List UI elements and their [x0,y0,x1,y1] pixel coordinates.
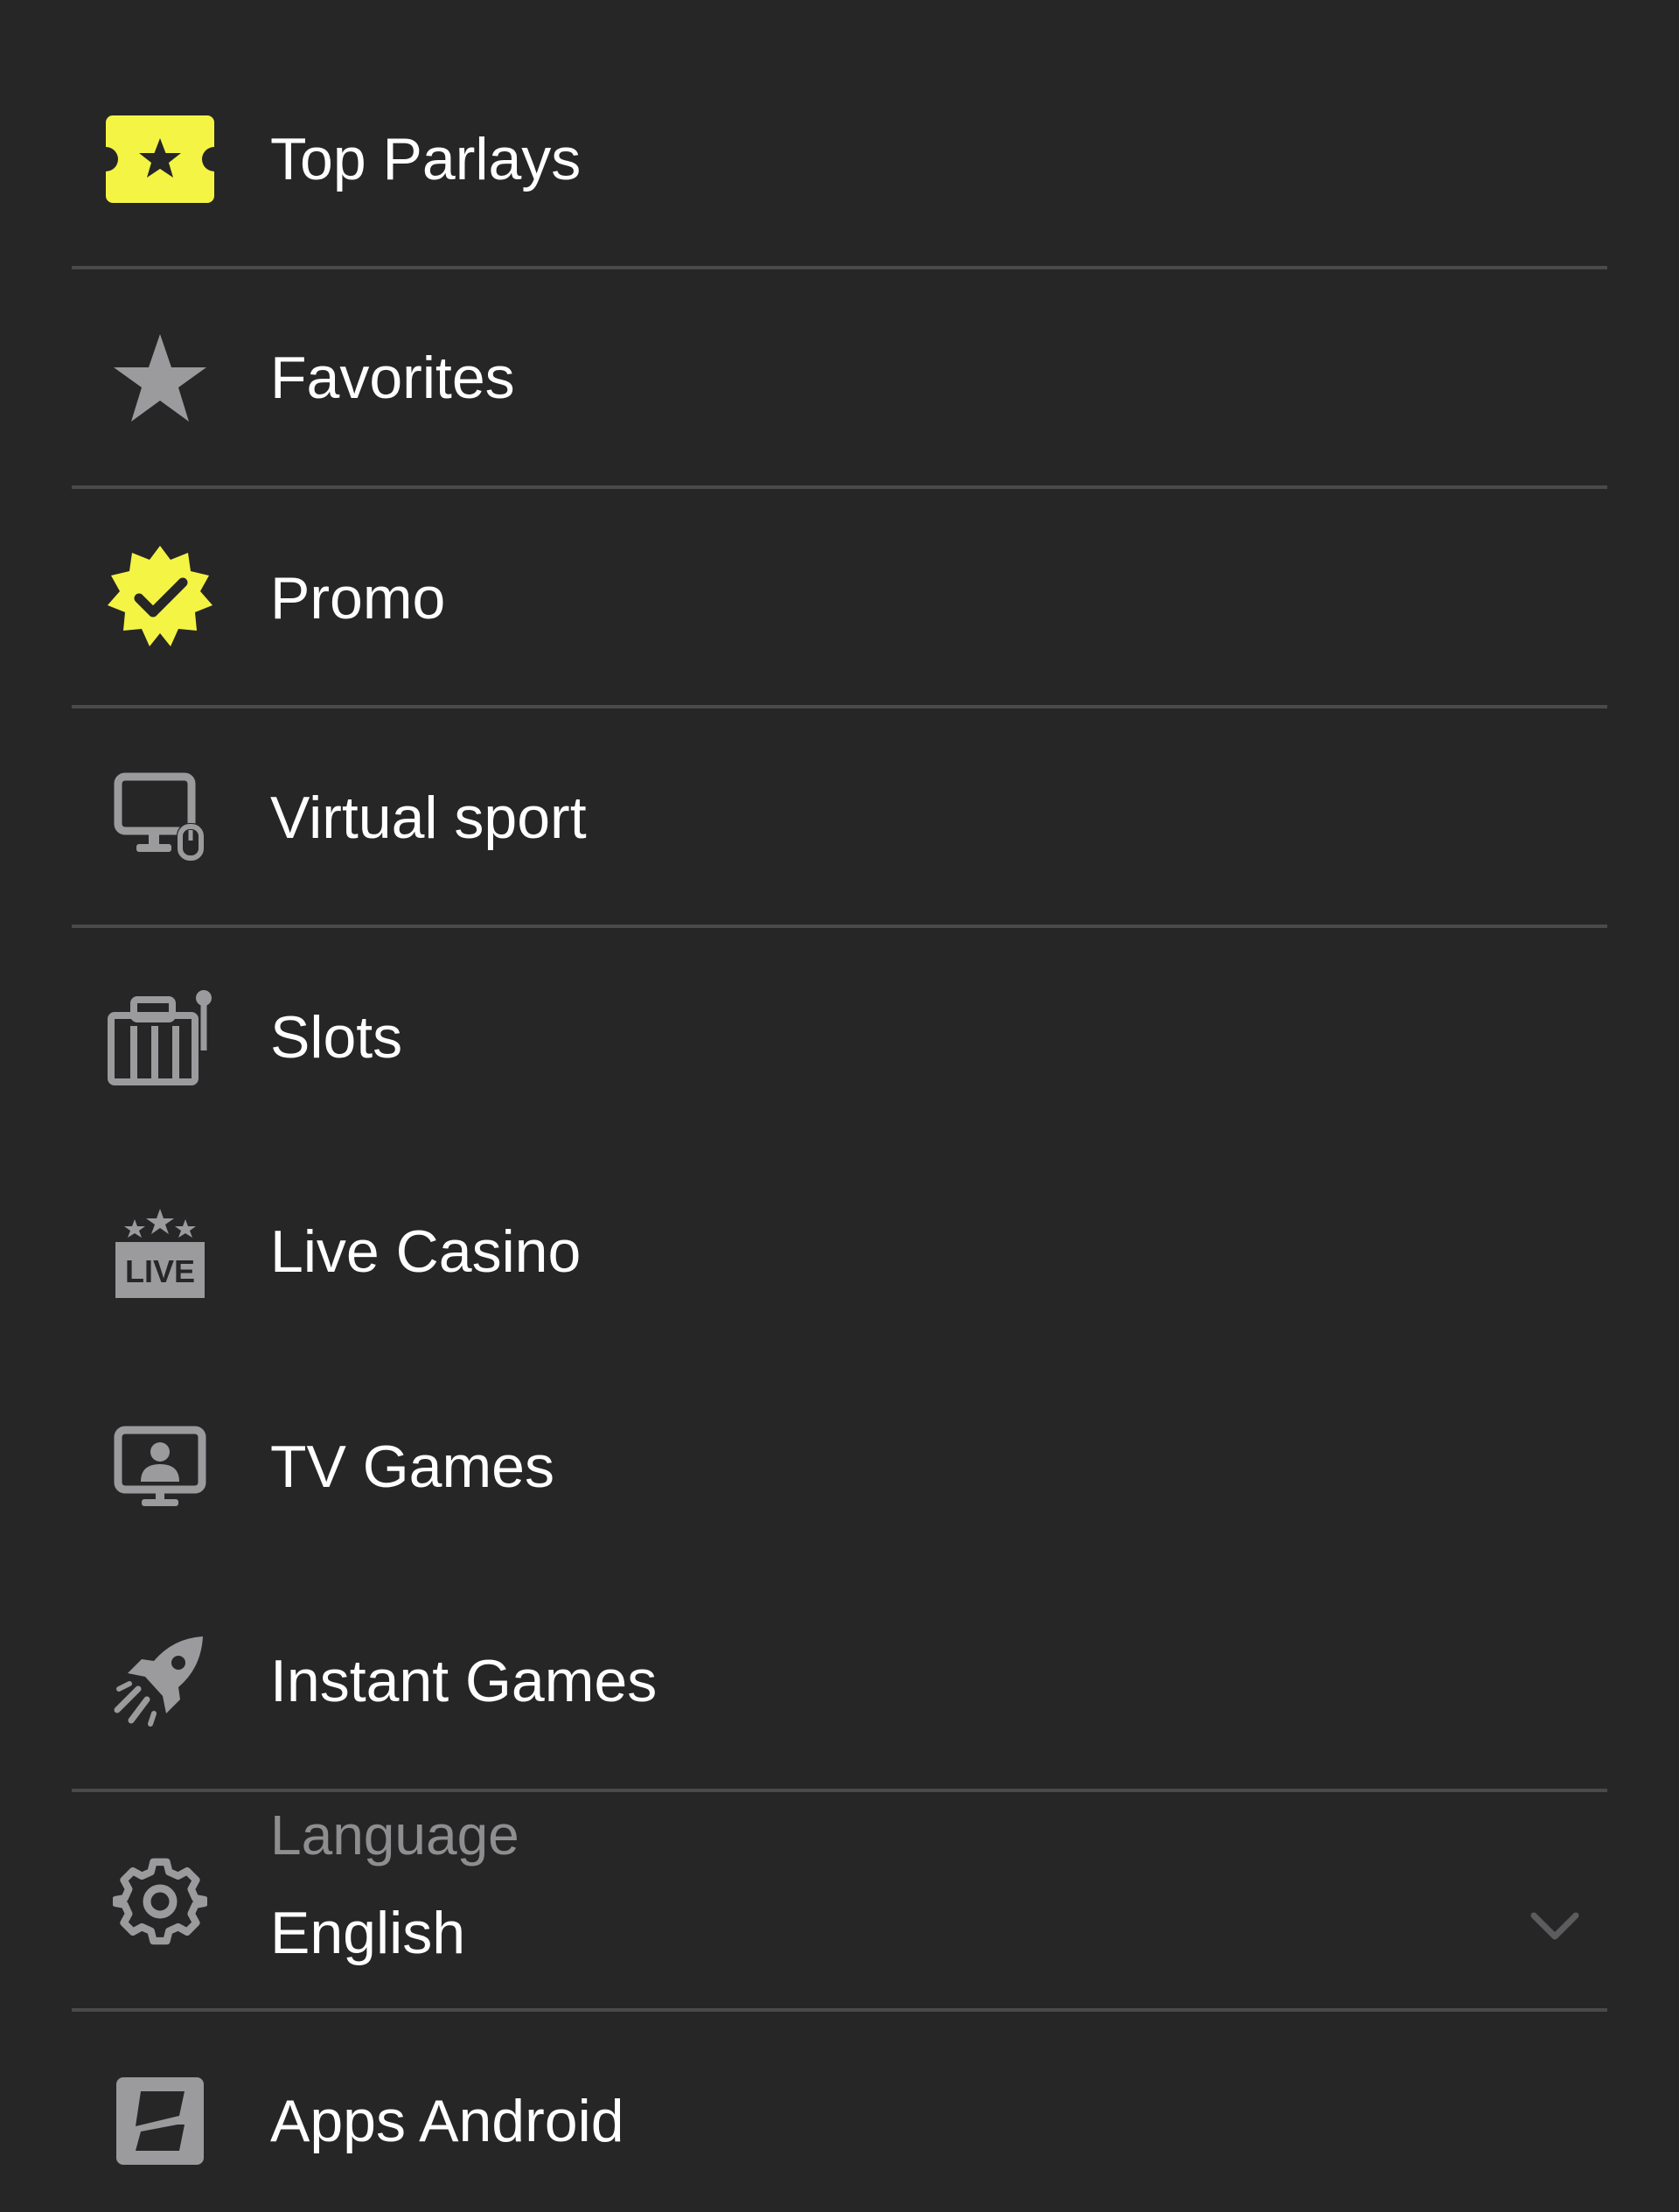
slot-machine-icon [99,976,221,1099]
language-selector[interactable]: Language English [0,1804,1679,1966]
language-value: English [270,1900,466,1966]
ticket-star-icon [99,98,221,220]
menu-item-label: TV Games [270,1434,554,1500]
menu-item-tv-games[interactable]: TV Games [0,1406,1679,1528]
menu-item-promo[interactable]: Promo [0,537,1679,659]
language-caption: Language [270,1804,519,1867]
monitor-mouse-icon [99,757,221,879]
star-icon [99,317,221,439]
tv-presenter-icon [99,1406,221,1528]
divider [72,1789,1607,1792]
menu-item-label: Apps Android [270,2088,624,2154]
menu-item-label: Top Parlays [270,126,582,192]
menu-item-label: Favorites [270,345,515,411]
divider [72,2008,1607,2012]
menu-item-top-parlays[interactable]: Top Parlays [0,98,1679,220]
menu-item-label: Live Casino [270,1218,582,1285]
side-menu: Top Parlays Favorites Promo Virtual spor… [0,0,1679,2212]
live-icon-text: LIVE [125,1253,195,1289]
menu-item-slots[interactable]: Slots [0,976,1679,1099]
menu-item-favorites[interactable]: Favorites [0,317,1679,439]
menu-item-label: Virtual sport [270,785,587,851]
divider [72,925,1607,928]
rocket-icon [99,1620,221,1742]
live-stars-icon: LIVE [99,1190,221,1313]
divider [72,705,1607,708]
badge-check-icon [99,537,221,659]
menu-item-apps-android[interactable]: Apps Android [0,2060,1679,2182]
menu-item-live-casino[interactable]: LIVE Live Casino [0,1190,1679,1313]
menu-item-label: Promo [270,565,446,632]
divider [72,485,1607,489]
menu-item-virtual-sport[interactable]: Virtual sport [0,757,1679,879]
chevron-down-icon[interactable] [1529,1908,1581,1943]
app-logo-icon [99,2060,221,2182]
menu-item-label: Instant Games [270,1648,658,1714]
menu-item-instant-games[interactable]: Instant Games [0,1620,1679,1742]
gear-icon [99,1840,221,1963]
menu-item-label: Slots [270,1004,403,1071]
divider [72,266,1607,269]
